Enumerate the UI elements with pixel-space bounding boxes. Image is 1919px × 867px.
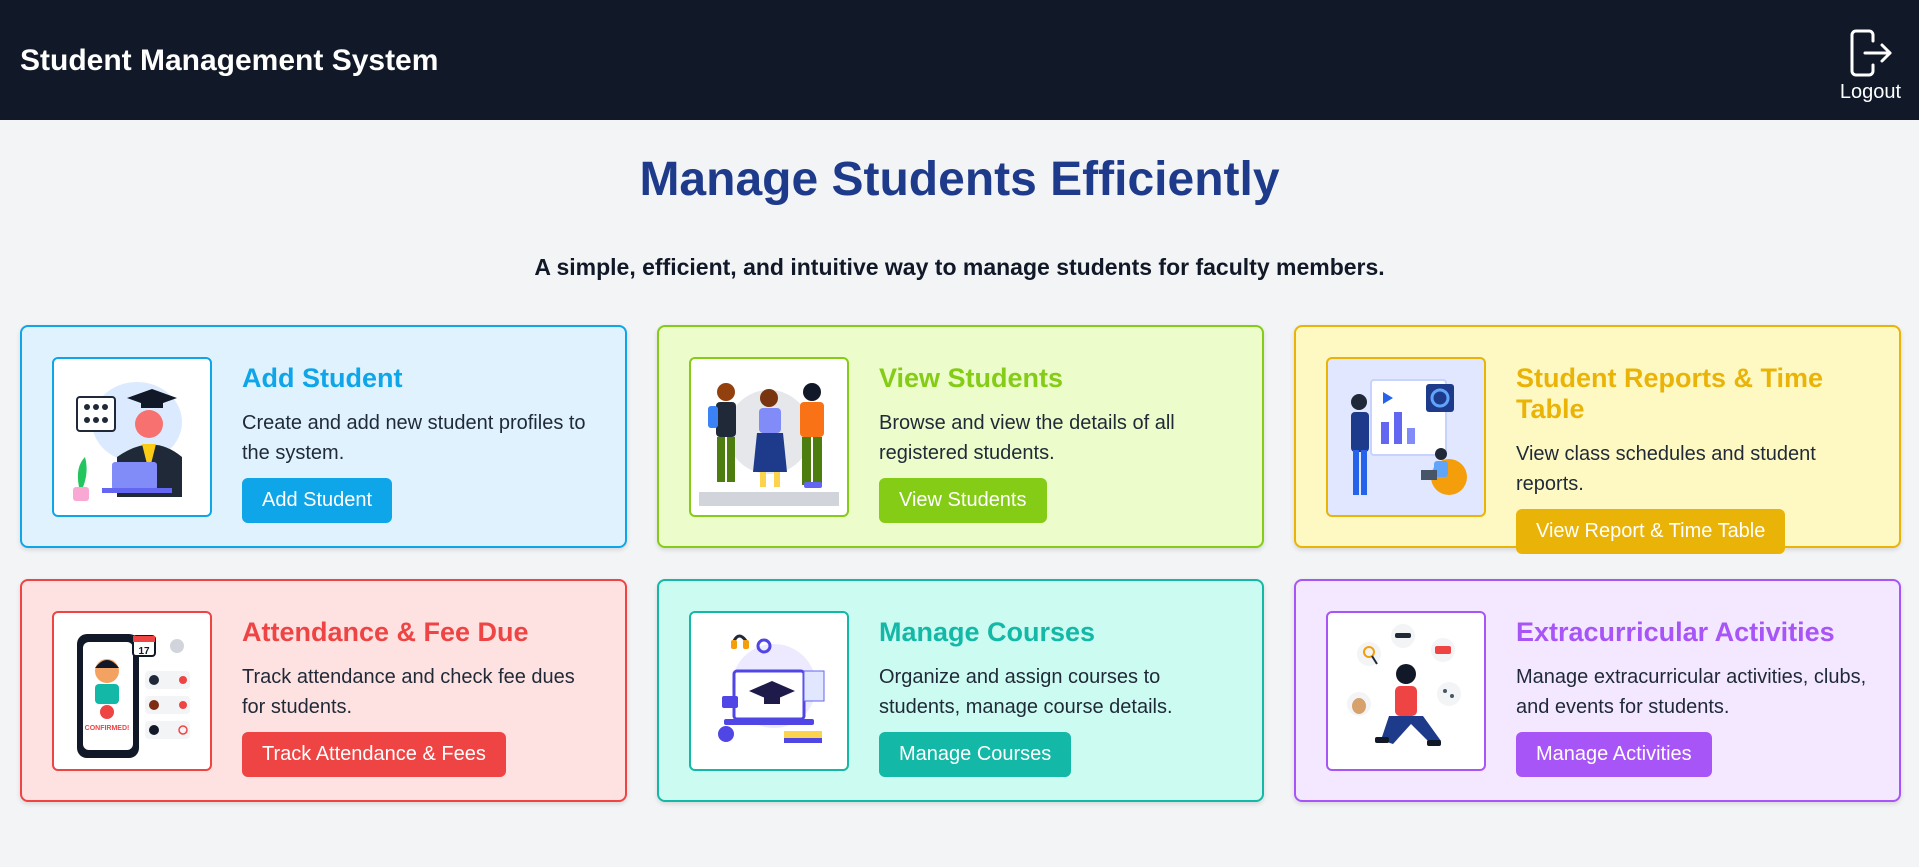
track-attendance-button[interactable]: Track Attendance & Fees — [242, 732, 506, 777]
card-description: View class schedules and student reports… — [1516, 443, 1816, 495]
card-title: View Students — [879, 363, 1064, 393]
report-illustration — [1326, 357, 1486, 517]
feature-cards-grid: Add Student Create and add new student p… — [20, 325, 1901, 802]
manage-courses-button[interactable]: Manage Courses — [879, 732, 1072, 777]
view-report-button[interactable]: View Report & Time Table — [1516, 509, 1786, 554]
logout-icon — [1850, 29, 1892, 76]
graduate-illustration — [52, 357, 212, 517]
online-course-illustration — [689, 611, 849, 771]
card-description: Track attendance and check fee dues for … — [242, 666, 575, 718]
manage-activities-button[interactable]: Manage Activities — [1516, 732, 1712, 777]
card-title: Add Student — [242, 363, 403, 393]
page-title: Manage Students Efficiently — [639, 153, 1280, 206]
confirmed-text: CONFIRMED! — [85, 725, 130, 732]
logout-label: Logout — [1839, 80, 1901, 103]
card-add-student: Add Student Create and add new student p… — [20, 325, 627, 548]
card-description: Manage extracurricular activities, clubs… — [1516, 666, 1867, 718]
logout-button[interactable]: Logout — [1840, 27, 1901, 104]
page-subtitle: A simple, efficient, and intuitive way t… — [534, 254, 1385, 280]
card-description: Browse and view the details of all regis… — [879, 412, 1175, 464]
card-title: Student Reports & Time Table — [1516, 363, 1824, 424]
card-extracurricular: Extracurricular Activities Manage extrac… — [1294, 579, 1901, 802]
view-students-button[interactable]: View Students — [879, 478, 1047, 523]
card-description: Organize and assign courses to students,… — [879, 666, 1173, 718]
card-title: Extracurricular Activities — [1516, 617, 1835, 647]
top-navbar: Student Management System Logout — [0, 0, 1919, 120]
card-description: Create and add new student profiles to t… — [242, 412, 586, 464]
attendance-phone-illustration: CONFIRMED! 17 — [52, 611, 212, 771]
card-attendance-fees: CONFIRMED! 17 Attendance & Fee Due Track… — [20, 579, 627, 802]
card-view-students: View Students Browse and view the detail… — [657, 325, 1264, 548]
card-title: Attendance & Fee Due — [242, 617, 529, 647]
add-student-button[interactable]: Add Student — [242, 478, 393, 523]
card-title: Manage Courses — [879, 617, 1096, 647]
students-group-illustration — [689, 357, 849, 517]
calendar-day-text: 17 — [138, 646, 150, 657]
card-manage-courses: Manage Courses Organize and assign cours… — [657, 579, 1264, 802]
activities-illustration — [1326, 611, 1486, 771]
app-title: Student Management System — [20, 44, 439, 77]
card-student-reports: Student Reports & Time Table View class … — [1294, 325, 1901, 554]
